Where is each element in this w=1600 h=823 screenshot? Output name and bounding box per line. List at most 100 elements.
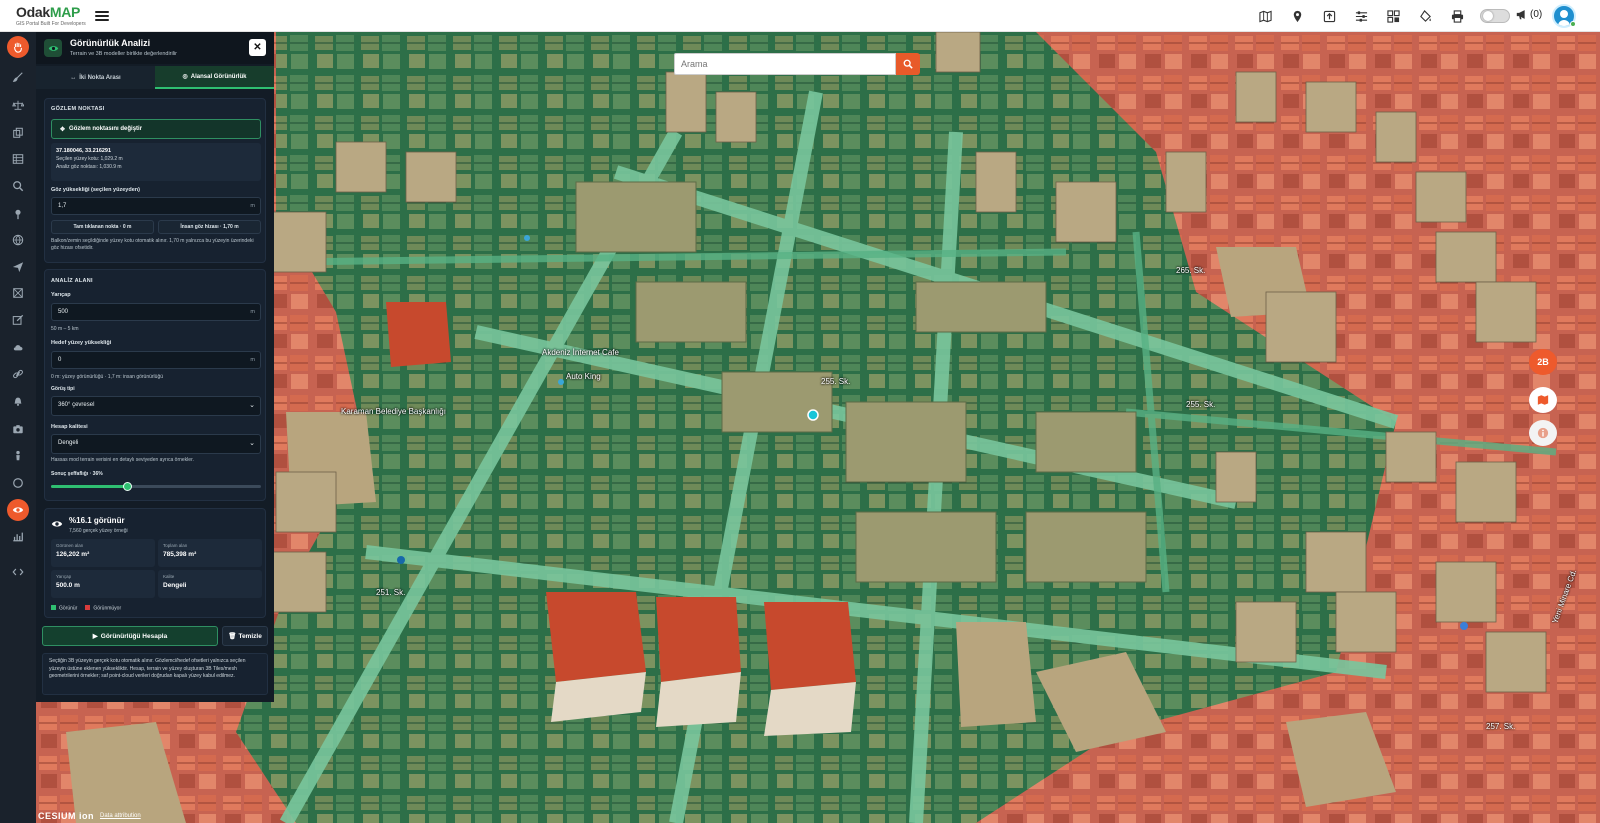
rail-button-edit[interactable] [7,309,29,331]
result-legend: Görünür Görünmüyor [51,605,121,612]
notifications[interactable]: (0) [1516,9,1542,20]
rail-button-bell[interactable] [7,390,29,412]
shapes-icon [13,288,23,298]
observation-section: GÖZLEM NOKTASI ✥ Gözlem noktasını değişt… [44,98,266,263]
stat-key: Kalite [163,574,175,579]
surface-height-text: Seçilen yüzey kotu: 1,029.2 m [56,156,123,162]
upload-icon[interactable] [1319,6,1339,26]
hand-icon [14,42,22,53]
search-input[interactable] [674,53,896,75]
sample-count: 7,560 gerçek yüzey örneği [69,528,128,534]
tab-two-points[interactable]: ↔ İki Nokta Arası [36,66,155,89]
rail-button-scale[interactable] [7,94,29,116]
globe-icon [12,234,24,246]
rail-button-send[interactable] [7,256,29,278]
target-height-input[interactable]: 0 m [51,351,261,369]
rail-button-pin[interactable] [7,203,29,225]
eye-height-input[interactable]: 1,7 m [51,197,261,215]
rail-button-copy[interactable] [7,122,29,144]
preset-eye-level-button[interactable]: İnsan göz hizası · 1,70 m [158,220,261,234]
legend-hidden: Görünmüyor [85,605,121,612]
view-type-label: Görüş tipi [51,386,75,392]
radius-input[interactable]: 500 m [51,303,261,321]
observation-coordinates: 37.180046, 33.216291 Seçilen yüzey kotu:… [51,143,261,181]
search-icon [903,59,913,69]
preset-clicked-point-button[interactable]: Tam tıklanan nokta · 0 m [51,220,154,234]
logo[interactable]: OdakMAP GIS Portal Built For Developers [16,4,86,28]
radius-hint: 50 m – 5 km [51,326,79,332]
theme-toggle[interactable] [1480,9,1510,23]
cloud-icon [13,345,23,351]
button-label: İnsan göz hizası · 1,70 m [180,224,239,230]
quality-note: Hassas mod terrain verisini en detaylı s… [51,457,194,463]
rail-button-chart[interactable] [7,525,29,547]
chevron-down-icon: ⌄ [249,402,255,409]
rail-button-hand[interactable] [7,36,29,58]
target-height-label: Hedef yüzey yüksekliği [51,340,112,346]
copy-icon [13,127,23,138]
menu-icon[interactable] [95,9,109,23]
stat-radius: Yarıçap 500.0 m [51,570,155,598]
rail-button-link[interactable] [7,363,29,385]
bell-icon [14,397,22,406]
street-label: 255. Sk. [821,377,851,386]
basemap-button[interactable] [1529,387,1557,413]
fill-drip-icon[interactable] [1415,6,1435,26]
street-label: 255. Sk. [1186,400,1216,409]
data-attribution-link[interactable]: Data attribution [100,813,141,819]
rail-button-eye[interactable] [7,499,29,521]
visible-percentage: %16.1 görünür [69,516,125,525]
send-icon [12,262,24,273]
street-label: Karaman Belediye Başkanlığı [341,407,446,416]
rail-button-circle[interactable] [7,472,29,494]
street-label: 251. Sk. [376,588,406,597]
change-observation-button[interactable]: ✥ Gözlem noktasını değiştir [51,119,261,139]
view-mode-button[interactable]: 2B [1529,349,1557,375]
logo-tagline: GIS Portal Built For Developers [16,21,86,27]
cesium-logo: CESIUM ion [38,811,94,821]
printer-icon[interactable] [1447,6,1467,26]
transparency-slider[interactable] [51,482,261,491]
close-button[interactable]: ✕ [249,39,266,56]
panel-title: Görünürlük Analizi [70,38,151,48]
button-label: Temizle [238,632,262,640]
clear-button[interactable]: 🗑 Temizle [222,626,268,646]
rail-button-code[interactable] [7,561,29,583]
rail-button-brush[interactable] [7,66,29,88]
info-button[interactable] [1529,420,1557,446]
map-layers-icon[interactable] [1255,6,1275,26]
dashboard-icon[interactable] [1383,6,1403,26]
rail-button-cloud[interactable] [7,336,29,358]
arrows-icon: ↔ [70,74,77,81]
calculate-visibility-button[interactable]: ▶ Görünürlüğü Hesapla [42,626,218,646]
location-pin-icon[interactable] [1287,6,1307,26]
rail-button-globe[interactable] [7,229,29,251]
panel-header: Görünürlük Analizi Terrain ve 3B modelle… [36,32,274,64]
quality-label: Hesap kalitesi [51,424,88,430]
top-bar: OdakMAP GIS Portal Built For Developers … [0,0,1600,32]
map-attribution: CESIUM ion Data attribution [38,811,141,821]
view-type-select[interactable]: 360° çevresel ⌄ [51,396,261,416]
field-value: 1,7 [58,203,67,209]
section-title: GÖZLEM NOKTASI [51,106,105,112]
camera-icon [13,425,23,434]
panel-tabs: ↔ İki Nokta Arası ◎ Alansal Görünürlük [36,66,274,89]
quality-select[interactable]: Dengeli ⌄ [51,434,261,454]
stat-value: Dengeli [163,582,187,589]
section-title: ANALİZ ALANI [51,278,93,284]
tab-area-visibility[interactable]: ◎ Alansal Görünürlük [155,66,274,89]
logo-text-part1: Odak [16,4,50,20]
online-status-dot [1570,21,1576,27]
rail-button-person[interactable] [7,445,29,467]
search-button[interactable] [896,53,920,75]
rail-button-search[interactable] [7,175,29,197]
sliders-icon[interactable] [1351,6,1371,26]
tab-label: Alansal Görünürlük [190,73,247,80]
slider-handle[interactable] [122,482,132,491]
chevron-down-icon: ⌄ [249,440,255,447]
rail-button-shapes[interactable] [7,282,29,304]
rail-button-camera[interactable] [7,418,29,440]
notification-count: (0) [1530,9,1543,20]
street-label: 265. Sk. [1176,266,1206,275]
rail-button-table[interactable] [7,148,29,170]
